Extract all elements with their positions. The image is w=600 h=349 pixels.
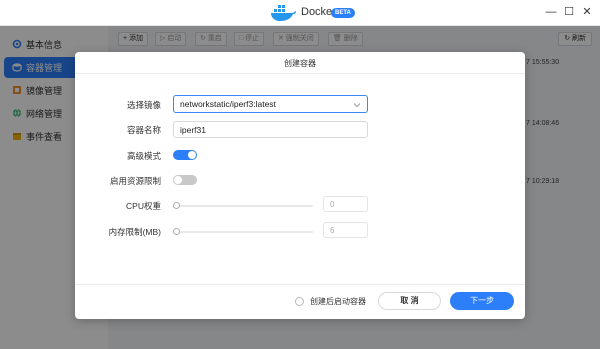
next-button[interactable]: 下一步 — [450, 292, 514, 310]
start-after-create-checkbox[interactable] — [295, 297, 304, 306]
resource-limit-toggle[interactable] — [173, 175, 197, 185]
dialog-header: 创建容器 — [75, 52, 525, 74]
dialog-title: 创建容器 — [284, 59, 316, 68]
create-container-dialog: 创建容器 选择镜像 networkstatic/iperf3:latest 容器… — [75, 52, 525, 319]
memory-limit-input[interactable]: 6 — [323, 222, 368, 238]
title-bar: Docker BETA — ☐ ✕ — [0, 0, 600, 26]
slider-track — [173, 205, 313, 207]
cpu-weight-label: CPU权重 — [126, 201, 161, 211]
slider-track — [173, 231, 313, 233]
slider-handle[interactable] — [173, 202, 180, 209]
cpu-weight-slider[interactable] — [173, 201, 313, 211]
container-name-label: 容器名称 — [126, 125, 161, 135]
docker-logo-icon — [271, 5, 296, 21]
resource-limit-label: 启用资源限制 — [109, 176, 161, 186]
start-after-create-label[interactable]: 创建后启动容器 — [310, 296, 366, 307]
slider-handle[interactable] — [173, 228, 180, 235]
cancel-button[interactable]: 取 消 — [378, 292, 441, 310]
minimize-button[interactable]: — — [543, 4, 559, 20]
memory-limit-label: 内存限制(MB) — [108, 227, 161, 237]
container-name-input[interactable]: iperf31 — [173, 121, 368, 138]
advanced-mode-toggle[interactable] — [173, 150, 197, 160]
image-select[interactable]: networkstatic/iperf3:latest — [173, 95, 368, 113]
cpu-weight-input[interactable]: 0 — [323, 196, 368, 212]
memory-limit-slider[interactable] — [173, 227, 313, 237]
advanced-mode-label: 高级模式 — [126, 151, 161, 161]
chevron-down-icon — [353, 103, 361, 108]
toggle-knob — [174, 176, 182, 184]
dialog-footer: 创建后启动容器 取 消 下一步 — [75, 284, 525, 319]
maximize-button[interactable]: ☐ — [561, 4, 577, 20]
close-window-button[interactable]: ✕ — [579, 4, 595, 20]
toggle-knob — [188, 151, 196, 159]
image-select-value: networkstatic/iperf3:latest — [180, 99, 276, 109]
image-label: 选择镜像 — [126, 100, 161, 110]
beta-badge: BETA — [331, 8, 355, 18]
